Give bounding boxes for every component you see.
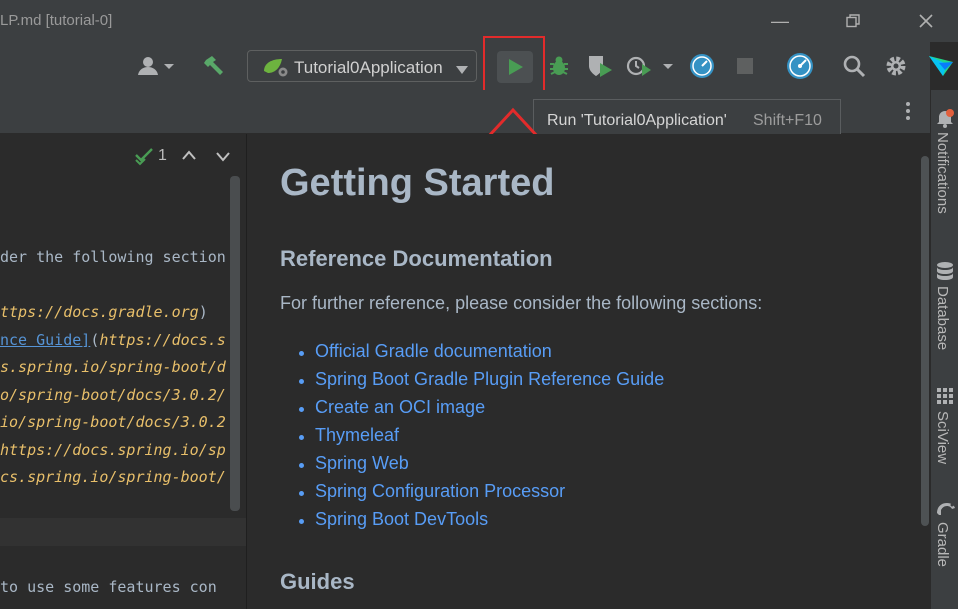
code-token[interactable]: nce Guide] [0,331,90,349]
tool-database[interactable]: Database [934,286,951,350]
sciview-icon[interactable] [936,387,954,408]
notifications-icon[interactable] [935,108,955,131]
code-line: https://docs.spring.io/sp [0,441,226,459]
profile-icon[interactable] [625,52,677,80]
run-configuration-selector[interactable]: Tutorial0Application [247,50,477,82]
inspection-check-icon[interactable] [134,147,156,170]
run-configuration-name: Tutorial0Application [294,58,443,77]
tooltip-text: Run 'Tutorial0Application' [547,112,727,129]
reference-link[interactable]: Spring Web [315,453,409,474]
list-bullet [299,379,304,384]
code-token: io/spring-boot/docs/3.0.2 [0,413,226,431]
reference-link[interactable]: Spring Configuration Processor [315,481,565,502]
run-button[interactable] [497,51,533,83]
code-line: ttps://docs.gradle.org) [0,303,208,321]
list-bullet [299,491,304,496]
close-button[interactable] [912,8,940,34]
code-token: ( [90,331,100,349]
section-heading-guides: Guides [280,569,355,594]
coverage-icon[interactable] [585,52,617,80]
user-menu-icon[interactable] [134,52,176,80]
tool-notifications[interactable]: Notifications [934,132,951,214]
code-token: https://docs.s [99,331,226,349]
preview-heading: Getting Started [280,162,555,204]
dashboard-icon[interactable] [786,52,814,80]
gradle-elephant-icon[interactable] [935,499,957,520]
code-token: o/spring-boot/docs/3.0.2/ [0,386,226,404]
restore-button[interactable] [839,8,867,34]
database-icon[interactable] [936,261,954,284]
reference-link[interactable]: Official Gradle documentation [315,341,552,362]
code-token: to use some features con [0,578,217,596]
code-line: der the following section [0,248,226,266]
section-heading-reference: Reference Documentation [280,246,553,271]
tool-sciview[interactable]: SciView [934,411,951,464]
code-current-line-band [0,518,246,546]
list-bullet [299,435,304,440]
build-hammer-icon[interactable] [200,52,228,80]
run-icon [509,59,523,75]
code-line: to use some features con [0,578,217,596]
code-line: nce Guide](https://docs.s [0,331,226,349]
code-line: s.spring.io/spring-boot/d [0,358,226,376]
list-bullet [299,407,304,412]
code-token: https://docs.spring.io/sp [0,441,226,459]
code-line: cs.spring.io/spring-boot/ [0,468,226,486]
minimize-button[interactable]: — [766,8,794,34]
list-bullet [299,351,304,356]
tooltip-shortcut: Shift+F10 [753,112,822,129]
code-token: cs.spring.io/spring-boot/ [0,468,226,486]
intro-text: For further reference, please consider t… [280,293,763,313]
stop-icon[interactable] [731,52,759,80]
code-line: io/spring-boot/docs/3.0.2 [0,413,226,431]
title-bar [0,0,958,42]
reference-link[interactable]: Thymeleaf [315,425,399,446]
list-bullet [299,519,304,524]
editor-scrollbar[interactable] [230,176,240,511]
chevron-down-icon [456,62,468,77]
window-title: LP.md [tutorial-0] [0,12,113,29]
profiler-gauge-icon[interactable] [688,52,716,80]
code-token: s.spring.io/spring-boot/d [0,358,226,376]
reference-link[interactable]: Spring Boot DevTools [315,509,488,530]
spring-boot-icon [262,57,290,80]
code-token: der the following section [0,248,226,266]
more-options-icon[interactable] [903,100,913,125]
code-line: o/spring-boot/docs/3.0.2/ [0,386,226,404]
reference-link[interactable]: Create an OCI image [315,397,485,418]
settings-icon[interactable] [882,52,910,80]
tool-gradle[interactable]: Gradle [934,522,951,567]
code-token: ) [198,303,208,321]
list-bullet [299,463,304,468]
previous-highlight-icon[interactable] [182,148,196,163]
search-icon[interactable] [840,52,868,80]
next-highlight-icon[interactable] [216,150,230,165]
jetbrains-logo[interactable] [924,52,958,80]
debug-icon[interactable] [545,52,573,80]
code-token: ttps://docs.gradle.org [0,303,199,321]
reference-link[interactable]: Spring Boot Gradle Plugin Reference Guid… [315,369,664,390]
inspection-count: 1 [158,147,167,164]
preview-scrollbar[interactable] [921,156,929,526]
markdown-preview: Getting Started Reference Documentation … [247,134,930,609]
